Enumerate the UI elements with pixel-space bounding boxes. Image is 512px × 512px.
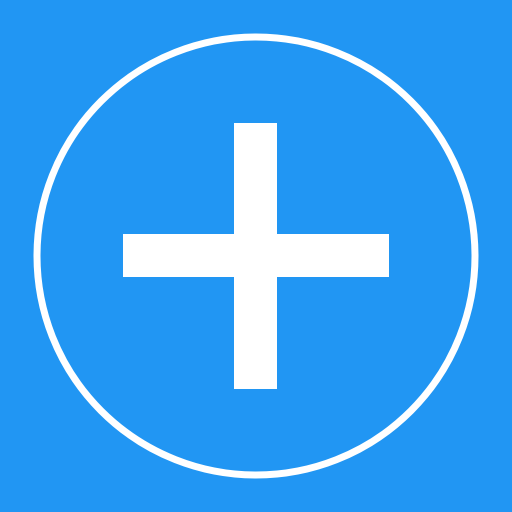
add-button[interactable] xyxy=(0,0,512,512)
plus-horizontal-bar xyxy=(123,234,389,277)
